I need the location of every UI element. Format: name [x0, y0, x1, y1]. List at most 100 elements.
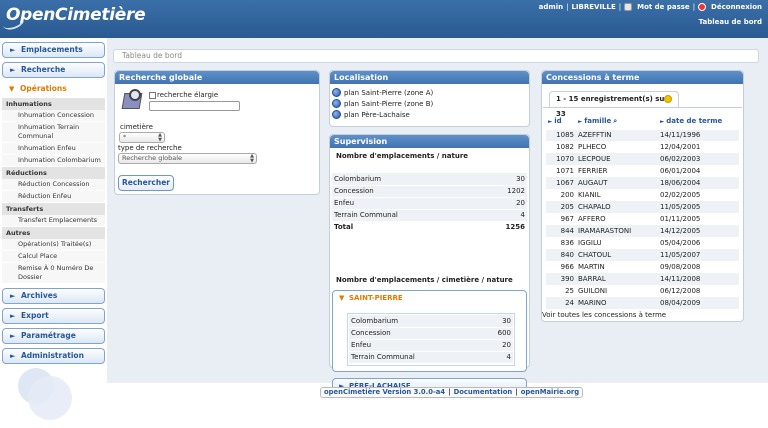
panel-title: Recherche globale	[115, 71, 319, 84]
table-row[interactable]: 1067 AUGAUT 18/06/2004	[546, 177, 739, 189]
cell-value: 600	[479, 327, 513, 340]
panel-title: Concessions à terme	[542, 71, 743, 84]
menu-export[interactable]: ► Export	[2, 308, 105, 324]
cell-famille: CHAPALO	[576, 201, 658, 213]
menu-item-transfert-emplacements[interactable]: Transfert Emplacements	[2, 215, 105, 227]
menu-item-remise-numero[interactable]: Remise À 0 Numéro De Dossier	[2, 263, 105, 284]
table-row[interactable]: 836 IGGILU 05/04/2006	[546, 237, 739, 249]
localisation-label: plan Saint-Pierre (zone A)	[344, 88, 434, 97]
table-header-row: ► id ► famille ⌕ ► date de terme	[546, 114, 739, 130]
cell-famille: AUGAUT	[576, 177, 658, 189]
type-recherche-select[interactable]: Recherche globale ▲ ▼	[118, 153, 257, 164]
top-nav: admin | LIBREVILLE | Mot de passe | Déco…	[539, 3, 762, 11]
menu-item-calcul-place[interactable]: Calcul Place	[2, 251, 105, 263]
power-icon	[698, 3, 707, 11]
localisation-item[interactable]: plan Saint-Pierre (zone B)	[330, 98, 529, 109]
cell-famille: IGGILU	[578, 239, 602, 247]
cell-date: 02/02/2005	[660, 191, 701, 199]
table-row: Terrain Communal 4	[349, 351, 513, 364]
menu-recherche[interactable]: ► Recherche	[2, 62, 105, 78]
menu-item-inhumation-colombarium[interactable]: Inhumation Colombarium	[2, 155, 105, 167]
table-row[interactable]: 24 MARINO 08/04/2009	[546, 297, 739, 309]
rechercher-button[interactable]: Rechercher	[118, 175, 174, 191]
chevron-right-icon: ►	[10, 312, 16, 320]
globe-icon	[332, 110, 341, 119]
supervision-panel: Supervision Nombre d'emplacements / natu…	[329, 134, 530, 394]
logout-link[interactable]: Déconnexion	[711, 3, 762, 11]
cell-label: Colombarium	[332, 173, 477, 186]
table-row[interactable]: 1070 LECPOUE 06/02/2003	[546, 153, 739, 165]
cell-id: 840	[546, 249, 576, 261]
documentation-link[interactable]: Documentation	[454, 388, 513, 396]
cell-date: 14/12/2005	[658, 225, 739, 237]
menu-label: Opérations	[20, 84, 67, 93]
decorative-circles	[18, 368, 72, 420]
cell-date: 05/04/2006	[660, 239, 701, 247]
cell-date: 11/05/2007	[658, 249, 739, 261]
cell-value: 20	[476, 197, 527, 210]
table-row[interactable]: 25 GUILONI 06/12/2008	[546, 285, 739, 297]
supervision-heading: Nombre d'emplacements / cimetière / natu…	[336, 276, 513, 284]
column-date[interactable]: ► date de terme	[658, 114, 739, 130]
menu-emplacements[interactable]: ► Emplacements	[2, 42, 105, 58]
menu-item-inhumation-terrain-communal[interactable]: Inhumation Terrain Communal	[2, 122, 105, 143]
openmairie-link[interactable]: openMairie.org	[521, 388, 579, 396]
collectivite-link[interactable]: LIBREVILLE	[571, 3, 615, 11]
table-row[interactable]: 200 KIANIL 02/02/2005	[546, 189, 739, 201]
menu-parametrage[interactable]: ► Paramétrage	[2, 328, 105, 344]
table-row: Colombarium 30	[332, 173, 527, 186]
menu-category: Réductions	[2, 167, 105, 179]
accordion-header[interactable]: ▼ SAINT-PIERRE	[333, 291, 526, 305]
user-link[interactable]: admin	[539, 3, 563, 11]
table-row[interactable]: 1071 FERRIER 06/01/2004	[546, 165, 739, 177]
sort-icon: ►	[660, 119, 665, 126]
menu-item-operations-traitees[interactable]: Opération(s) Traitée(s)	[2, 239, 105, 251]
table-row[interactable]: 390 BARRAL 14/11/2008	[546, 273, 739, 285]
column-famille[interactable]: ► famille ⌕	[576, 114, 658, 130]
localisation-panel: Localisation plan Saint-Pierre (zone A) …	[329, 70, 530, 127]
table-row[interactable]: 967 AFFERO 01/11/2005	[546, 213, 739, 225]
table-row[interactable]: 840 CHATOUL 11/05/2007	[546, 249, 739, 261]
cimetiere-select[interactable]: * ▲ ▼	[119, 132, 165, 143]
menu-item-reduction-concession[interactable]: Réduction Concession	[2, 179, 105, 191]
chevron-down-icon: ▼	[339, 294, 345, 302]
version-link[interactable]: openCimetière Version 3.0.0-a4	[324, 388, 445, 396]
recherche-elargie-checkbox[interactable]	[149, 91, 156, 99]
password-link[interactable]: Mot de passe	[637, 3, 690, 11]
menu-archives[interactable]: ► Archives	[2, 288, 105, 304]
cell-famille: GUILONI	[578, 287, 608, 295]
menu-item-inhumation-enfeu[interactable]: Inhumation Enfeu	[2, 143, 105, 155]
cell-id: 1082	[556, 143, 574, 151]
table-row: Concession 1202	[332, 185, 527, 198]
cell-date: 12/04/2001	[660, 143, 701, 151]
cell-date: 18/06/2004	[658, 177, 739, 189]
table-row[interactable]: 844 IRAMARASTONI 14/12/2005	[546, 225, 739, 237]
voir-toutes-link[interactable]: Voir toutes les concessions à terme	[542, 311, 666, 319]
localisation-item[interactable]: plan Père-Lachaise	[330, 109, 529, 120]
cell-date: 14/11/1996	[658, 129, 739, 141]
table-row[interactable]: 1085 AZEFFTIN 14/11/1996	[546, 129, 739, 141]
menu-operations[interactable]: ▼ Opérations	[2, 82, 105, 98]
column-id[interactable]: ► id	[546, 114, 576, 130]
concessions-tab[interactable]: 1 - 15 enregistrement(s) sur 33	[549, 91, 679, 118]
cell-famille: MARINO	[576, 297, 658, 309]
cell-id: 25	[565, 287, 574, 295]
table-row[interactable]: 205 CHAPALO 11/05/2005	[546, 201, 739, 213]
cell-id: 390	[546, 273, 576, 285]
table-row[interactable]: 966 MARTIN 09/08/2008	[546, 261, 739, 273]
app-logo[interactable]: OpenCimetière	[0, 5, 146, 33]
search-input[interactable]	[149, 101, 240, 111]
chevron-right-icon: ►	[10, 332, 16, 340]
cell-value: 1202	[476, 185, 527, 198]
nav-separator: |	[618, 3, 622, 11]
menu-administration[interactable]: ► Administration	[2, 348, 105, 364]
menu-item-inhumation-concession[interactable]: Inhumation Concession	[2, 110, 105, 122]
table-row[interactable]: 1082 PLHECO 12/04/2001	[546, 141, 739, 153]
menu-item-reduction-enfeu[interactable]: Réduction Enfeu	[2, 191, 105, 203]
updown-icon: ▲ ▼	[250, 153, 254, 164]
nav-separator: |	[566, 3, 569, 11]
cell-id: 205	[546, 201, 576, 213]
localisation-item[interactable]: plan Saint-Pierre (zone A)	[330, 87, 529, 98]
concessions-table-box: ► id ► famille ⌕ ► date de terme 1085 AZEFFTI…	[543, 107, 742, 309]
cell-label: Terrain Communal	[332, 209, 477, 222]
